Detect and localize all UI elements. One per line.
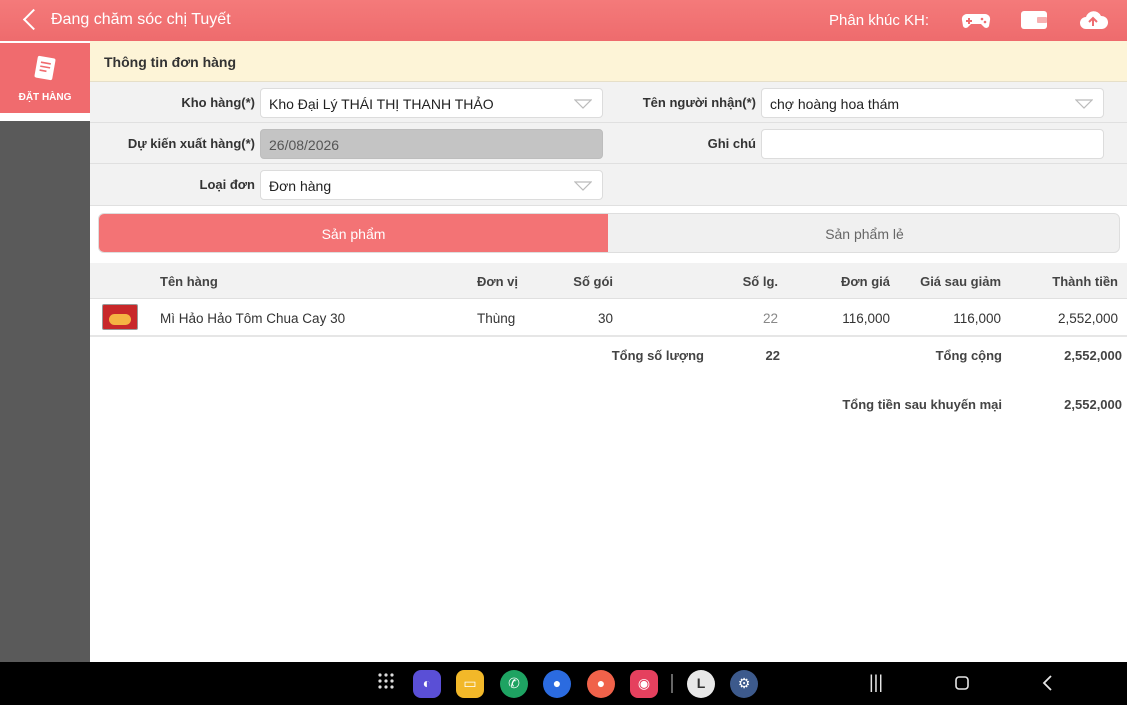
launcher-icon[interactable]: L bbox=[687, 670, 715, 698]
table-row[interactable]: Mì Hảo Hảo Tôm Chua Cay 30 Thùng 30 22 1… bbox=[90, 299, 1127, 337]
col-unit: Đơn vị bbox=[477, 274, 519, 289]
col-price: Đơn giá bbox=[841, 274, 890, 289]
cloud-upload-icon[interactable] bbox=[1078, 6, 1109, 34]
form-row-warehouse: Kho hàng(*) Kho Đại Lý THÁI THỊ THANH TH… bbox=[90, 82, 1127, 123]
tab-products[interactable]: Sản phẩm bbox=[99, 214, 608, 252]
product-unit: Thùng bbox=[477, 311, 516, 326]
col-name: Tên hàng bbox=[160, 274, 218, 289]
sidebar-item-label: ĐẶT HÀNG bbox=[18, 92, 72, 103]
ship-date-field: 26/08/2026 bbox=[260, 129, 603, 159]
browser-icon[interactable]: ◐ bbox=[413, 670, 441, 698]
messages-icon[interactable]: ● bbox=[543, 670, 571, 698]
main-content: Thông tin đơn hàng Kho hàng(*) Kho Đại L… bbox=[90, 41, 1127, 662]
home-button[interactable] bbox=[954, 675, 970, 696]
order-type-label: Loại đơn bbox=[199, 177, 255, 192]
settings-icon[interactable]: ⚙ bbox=[730, 670, 758, 698]
app-header: Đang chăm sóc chị Tuyết Phân khúc KH: bbox=[0, 0, 1127, 41]
dropdown-arrow-icon bbox=[574, 181, 592, 191]
warehouse-select[interactable]: Kho Đại Lý THÁI THỊ THANH THẢO bbox=[260, 88, 603, 118]
files-icon[interactable]: ▭ bbox=[456, 670, 484, 698]
gamepad-icon[interactable] bbox=[961, 6, 991, 34]
recipient-label: Tên người nhận(*) bbox=[642, 95, 756, 110]
product-discounted-price: 116,000 bbox=[953, 311, 1001, 326]
after-promo-value: 2,552,000 bbox=[1064, 397, 1122, 412]
sidebar: ĐẶT HÀNG bbox=[0, 41, 90, 662]
recents-button[interactable]: ||| bbox=[869, 672, 883, 693]
wallet-icon[interactable] bbox=[1019, 6, 1049, 34]
product-thumbnail bbox=[102, 304, 138, 330]
form-row-ship-date: Dự kiến xuất hàng(*) 26/08/2026 Ghi chú bbox=[90, 123, 1127, 164]
form-row-order-type: Loại đơn Đơn hàng bbox=[90, 164, 1127, 206]
ship-date-label: Dự kiến xuất hàng(*) bbox=[127, 136, 255, 151]
camera-icon[interactable]: ◉ bbox=[630, 670, 658, 698]
total-qty-label: Tổng số lượng bbox=[611, 348, 704, 363]
apps-grid-icon[interactable] bbox=[376, 671, 396, 696]
order-icon bbox=[30, 54, 60, 84]
page-title: Đang chăm sóc chị Tuyết bbox=[51, 11, 231, 28]
tab-loose-products[interactable]: Sản phẩm lẻ bbox=[608, 214, 1119, 252]
after-promo-label: Tổng tiền sau khuyến mại bbox=[842, 397, 1002, 412]
product-price: 116,000 bbox=[842, 311, 890, 326]
note-input[interactable] bbox=[761, 129, 1104, 159]
product-total: 2,552,000 bbox=[1057, 311, 1118, 326]
phone-icon[interactable]: ✆ bbox=[500, 670, 528, 698]
grand-total-value: 2,552,000 bbox=[1064, 348, 1122, 363]
total-qty-value: 22 bbox=[765, 348, 780, 363]
col-packs: Số gói bbox=[573, 274, 613, 289]
back-button[interactable] bbox=[1041, 674, 1055, 697]
contacts-icon[interactable]: ● bbox=[587, 670, 615, 698]
col-total: Thành tiền bbox=[1052, 274, 1118, 289]
grand-total-label: Tổng cộng bbox=[935, 348, 1002, 363]
dropdown-arrow-icon bbox=[574, 99, 592, 109]
section-title: Thông tin đơn hàng bbox=[90, 41, 1127, 82]
product-packs: 30 bbox=[597, 311, 613, 326]
customer-segment-label: Phân khúc KH: bbox=[829, 12, 930, 29]
warehouse-label: Kho hàng(*) bbox=[181, 95, 255, 110]
dropdown-arrow-icon bbox=[1075, 99, 1093, 109]
col-qty: Số lg. bbox=[742, 274, 778, 289]
note-label: Ghi chú bbox=[707, 136, 756, 151]
table-header: Tên hàng Đơn vị Số gói Số lg. Đơn giá Gi… bbox=[90, 263, 1127, 299]
system-navigation-bar: ◐ ▭ ✆ ● ● ◉ L ⚙ ||| bbox=[0, 662, 1127, 705]
order-type-select[interactable]: Đơn hàng bbox=[260, 170, 603, 200]
col-discounted: Giá sau giảm bbox=[920, 274, 1001, 289]
sidebar-item-order[interactable]: ĐẶT HÀNG bbox=[0, 43, 90, 113]
product-tabs: Sản phẩm Sản phẩm lẻ bbox=[98, 213, 1120, 253]
back-button[interactable] bbox=[18, 8, 42, 32]
product-qty[interactable]: 22 bbox=[718, 311, 778, 326]
product-name: Mì Hảo Hảo Tôm Chua Cay 30 bbox=[160, 311, 346, 326]
recipient-select[interactable]: chợ hoàng hoa thám bbox=[761, 88, 1104, 118]
